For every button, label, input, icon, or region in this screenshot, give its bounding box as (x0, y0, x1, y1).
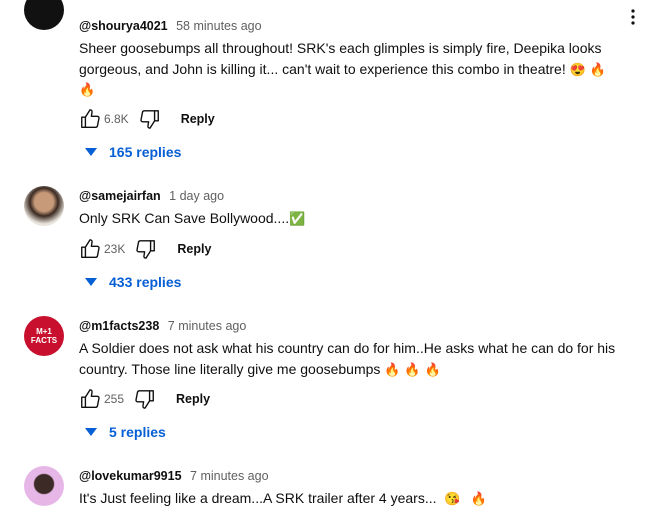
comment-text-content: A Soldier does not ask what his country … (79, 340, 616, 377)
more-options-icon[interactable] (630, 8, 636, 26)
comment-text: Only SRK Can Save Bollywood....✅ (79, 208, 634, 229)
heart-eyes-emoji: 😍 (569, 61, 586, 77)
comment-actions: 255 Reply (79, 387, 210, 411)
fire-emoji: 🔥 (589, 61, 606, 77)
view-replies-button[interactable]: 5 replies (79, 420, 166, 444)
replies-count: 433 replies (109, 274, 182, 290)
comment-text: A Soldier does not ask what his country … (79, 338, 634, 379)
fire-emoji: 🔥 (384, 361, 401, 377)
comment-timestamp[interactable]: 58 minutes ago (176, 19, 261, 33)
reply-button[interactable]: Reply (177, 242, 211, 256)
fire-emoji: 🔥 (404, 361, 421, 377)
fire-emoji: 🔥 (424, 361, 441, 377)
avatar-logo-text: M+1 FACTS (30, 327, 58, 345)
reply-button[interactable]: Reply (181, 112, 215, 126)
caret-down-icon (85, 148, 97, 156)
like-icon[interactable] (79, 108, 101, 130)
replies-count: 5 replies (109, 424, 166, 440)
like-count: 255 (104, 392, 125, 406)
avatar[interactable] (24, 186, 64, 226)
comment-timestamp[interactable]: 7 minutes ago (190, 469, 269, 483)
view-replies-button[interactable]: 165 replies (79, 140, 181, 164)
like-icon[interactable] (79, 388, 101, 410)
comment-timestamp[interactable]: 7 minutes ago (168, 319, 247, 333)
comment-actions: 6.8K Reply (79, 107, 215, 131)
comment-text: Sheer goosebumps all throughout! SRK's e… (79, 38, 634, 100)
comment-author[interactable]: @shourya4021 (79, 19, 168, 33)
avatar[interactable] (24, 0, 64, 30)
caret-down-icon (85, 278, 97, 286)
like-count: 23K (104, 242, 126, 256)
like-icon[interactable] (79, 238, 101, 260)
comment-text-content: It's Just feeling like a dream...A SRK t… (79, 490, 437, 506)
comment-author[interactable]: @lovekumar9915 (79, 469, 182, 483)
comment-author[interactable]: @m1facts238 (79, 319, 159, 333)
dislike-icon[interactable] (135, 238, 157, 260)
caret-down-icon (85, 428, 97, 436)
comment-text-content: Sheer goosebumps all throughout! SRK's e… (79, 40, 602, 77)
check-mark-emoji: ✅ (289, 211, 306, 226)
comment-timestamp[interactable]: 1 day ago (169, 189, 224, 203)
dislike-icon[interactable] (134, 388, 156, 410)
comment-text: It's Just feeling like a dream...A SRK t… (79, 488, 634, 509)
view-replies-button[interactable]: 433 replies (79, 270, 181, 294)
avatar[interactable] (24, 466, 64, 506)
comment-actions: 23K Reply (79, 237, 211, 261)
fire-emoji: 🔥 (79, 82, 96, 97)
replies-count: 165 replies (109, 144, 182, 160)
comment-text-content: Only SRK Can Save Bollywood.... (79, 210, 290, 226)
comment-author[interactable]: @samejairfan (79, 189, 161, 203)
reply-button[interactable]: Reply (176, 392, 210, 406)
like-count: 6.8K (104, 112, 129, 126)
dislike-icon[interactable] (139, 108, 161, 130)
fire-emoji: 🔥 (470, 491, 487, 506)
avatar[interactable]: M+1 FACTS (24, 316, 64, 356)
kiss-emoji: 😘 (444, 491, 461, 506)
